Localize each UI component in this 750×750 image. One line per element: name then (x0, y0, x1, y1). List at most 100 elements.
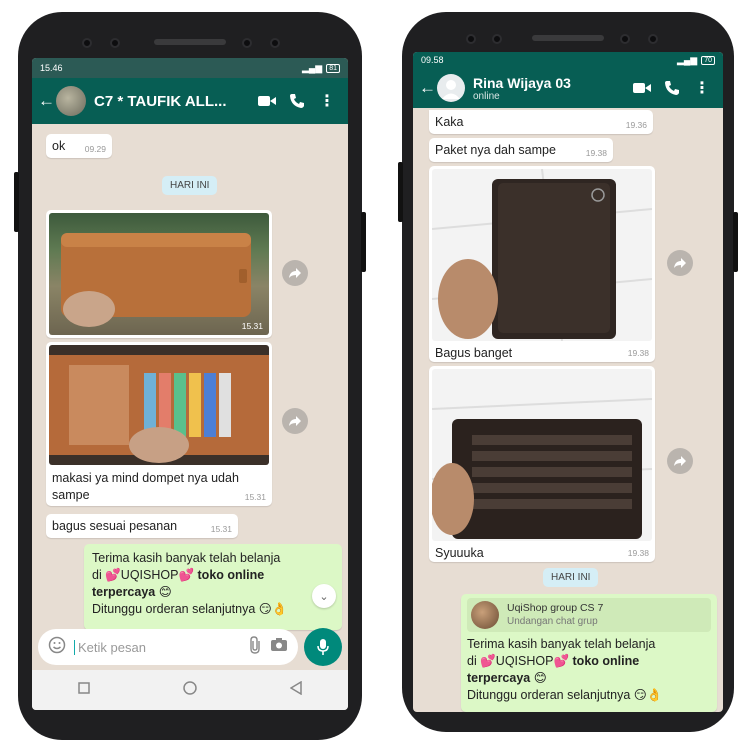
message-placeholder: Ketik pesan (74, 639, 240, 655)
message-bubble[interactable]: Paket nya dah sampe 19.38 (429, 138, 613, 162)
android-nav-bar (32, 670, 348, 710)
wallet-photo[interactable] (432, 169, 652, 341)
message-text-line: terpercaya 😊 (92, 584, 172, 599)
heart-icon: 💕 (480, 653, 496, 668)
message-text-line: Ditunggu orderan selanjutnya 😏👌 (92, 601, 288, 616)
sensor-icon (648, 34, 658, 44)
volume-button (398, 162, 403, 222)
avatar[interactable] (56, 86, 86, 116)
invite-label: Undangan chat grup (507, 616, 598, 628)
earpiece-speaker (154, 39, 226, 45)
heart-icon: 💕 (105, 567, 121, 582)
home-button[interactable] (183, 680, 197, 700)
image-message[interactable]: Syuuuka 19.38 (429, 366, 655, 562)
more-options-icon[interactable]: ⋮ (687, 78, 717, 98)
phone-top-bezel (402, 22, 734, 52)
recents-button[interactable] (78, 681, 91, 699)
message-time: 19.38 (627, 547, 649, 558)
sensor-icon (270, 38, 280, 48)
front-camera-icon (242, 38, 252, 48)
message-time: 15.31 (241, 320, 263, 331)
power-button (733, 212, 738, 272)
smile-icon: 😊 (158, 584, 172, 599)
video-call-icon[interactable] (252, 95, 282, 107)
more-options-icon[interactable]: ⋮ (312, 91, 342, 111)
message-bubble[interactable]: ok 09.29 (46, 134, 112, 158)
heart-icon: 💕 (178, 567, 195, 582)
chat-area: Kaka 19.36 Paket nya dah sampe 19.38 Bag… (413, 108, 723, 712)
camera-icon[interactable] (270, 637, 288, 657)
contact-name[interactable]: Rina Wijaya 03 (473, 75, 627, 91)
message-text-line: Ditunggu orderan selanjutnya 😏👌 (467, 687, 663, 702)
message-text: Terima kasih banyak telah belanja (467, 637, 656, 651)
scroll-down-button[interactable]: ⌄ (312, 584, 336, 608)
ok-hand-icon: 👌 (646, 687, 663, 702)
message-bubble[interactable]: Kaka 19.36 (429, 110, 653, 134)
message-bubble[interactable]: bagus sesuai pesanan 15.31 (46, 514, 238, 538)
heart-icon: 💕 (553, 653, 570, 668)
message-time: 19.38 (585, 147, 607, 158)
mic-button[interactable] (304, 628, 342, 666)
attach-icon[interactable] (248, 635, 262, 659)
forward-icon[interactable] (667, 250, 693, 276)
contact-name[interactable]: C7 * TAUFIK ALL... (94, 93, 252, 110)
forward-icon[interactable] (667, 448, 693, 474)
message-time: 15.31 (244, 491, 266, 502)
front-camera-icon (110, 38, 120, 48)
front-camera-icon (492, 34, 502, 44)
back-button[interactable] (289, 680, 302, 700)
signal-icon: ▂▄▆ (301, 62, 323, 73)
volume-button (14, 172, 19, 232)
front-camera-icon (620, 34, 630, 44)
power-button (361, 212, 366, 272)
back-arrow-icon[interactable]: ← (38, 91, 56, 111)
voice-call-icon[interactable] (282, 93, 312, 109)
message-text: bagus sesuai pesanan (52, 519, 178, 533)
message-time: 09.29 (84, 143, 106, 154)
default-avatar-icon (442, 80, 460, 99)
outgoing-message[interactable]: Terima kasih banyak telah belanja di 💕UQ… (84, 544, 342, 630)
voice-call-icon[interactable] (657, 80, 687, 96)
status-bar: 15.46 ▂▄▆ 81 (32, 58, 348, 78)
image-message[interactable]: Bagus banget 19.38 (429, 166, 655, 362)
smirk-icon: 😏 (258, 601, 272, 616)
wallet-photo[interactable]: 15.31 (49, 213, 269, 335)
wallet-photo[interactable] (49, 345, 269, 465)
message-text-line: di 💕UQISHOP💕 toko online (467, 653, 640, 668)
day-chip: HARI INI (543, 568, 599, 587)
battery-icon: 70 (701, 55, 715, 65)
phone-right: 09.58 ▂▄▆ 70 ← Rina Wijaya 03 online ⋮ K… (398, 12, 738, 732)
message-text: ok (52, 139, 66, 153)
screen-right: 09.58 ▂▄▆ 70 ← Rina Wijaya 03 online ⋮ K… (413, 52, 723, 712)
forward-icon[interactable] (282, 408, 308, 434)
image-message[interactable]: 15.31 (46, 210, 272, 338)
message-input[interactable]: Ketik pesan (38, 629, 298, 665)
video-call-icon[interactable] (627, 82, 657, 94)
open-wallet-image (49, 355, 269, 463)
battery-icon: 81 (326, 63, 340, 73)
message-text: Terima kasih banyak telah belanja (92, 551, 281, 565)
avatar[interactable] (437, 74, 465, 102)
outgoing-message[interactable]: UqiShop group CS 7 Undangan chat grup Te… (461, 594, 717, 712)
chat-header: ← Rina Wijaya 03 online ⋮ (413, 68, 723, 108)
message-composer: Ketik pesan (32, 622, 348, 672)
black-wallet-image (432, 169, 652, 341)
back-arrow-icon[interactable]: ← (419, 78, 437, 98)
message-text: Kaka (435, 115, 464, 129)
emoji-icon[interactable] (48, 636, 66, 659)
message-time: 19.38 (627, 347, 649, 358)
message-time: 19.36 (625, 119, 647, 130)
message-text-line: terpercaya 😊 (467, 670, 547, 685)
message-text-line: di 💕UQISHOP💕 toko online (92, 567, 265, 582)
screen-left: 15.46 ▂▄▆ 81 ← C7 * TAUFIK ALL... ⋮ ok 0… (32, 58, 348, 710)
status-time: 09.58 (421, 55, 444, 65)
chat-area: ok 09.29 HARI INI 15.31 makasi ya mind d… (32, 124, 348, 644)
phone-top-bezel (18, 26, 362, 56)
forward-icon[interactable] (282, 260, 308, 286)
smile-icon: 😊 (533, 670, 547, 685)
ok-hand-icon: 👌 (271, 601, 288, 616)
contact-status: online (473, 90, 500, 102)
image-message[interactable]: makasi ya mind dompet nya udah sampe 15.… (46, 342, 272, 506)
wallet-photo[interactable] (432, 369, 652, 541)
quoted-invite[interactable]: UqiShop group CS 7 Undangan chat grup (467, 598, 711, 632)
